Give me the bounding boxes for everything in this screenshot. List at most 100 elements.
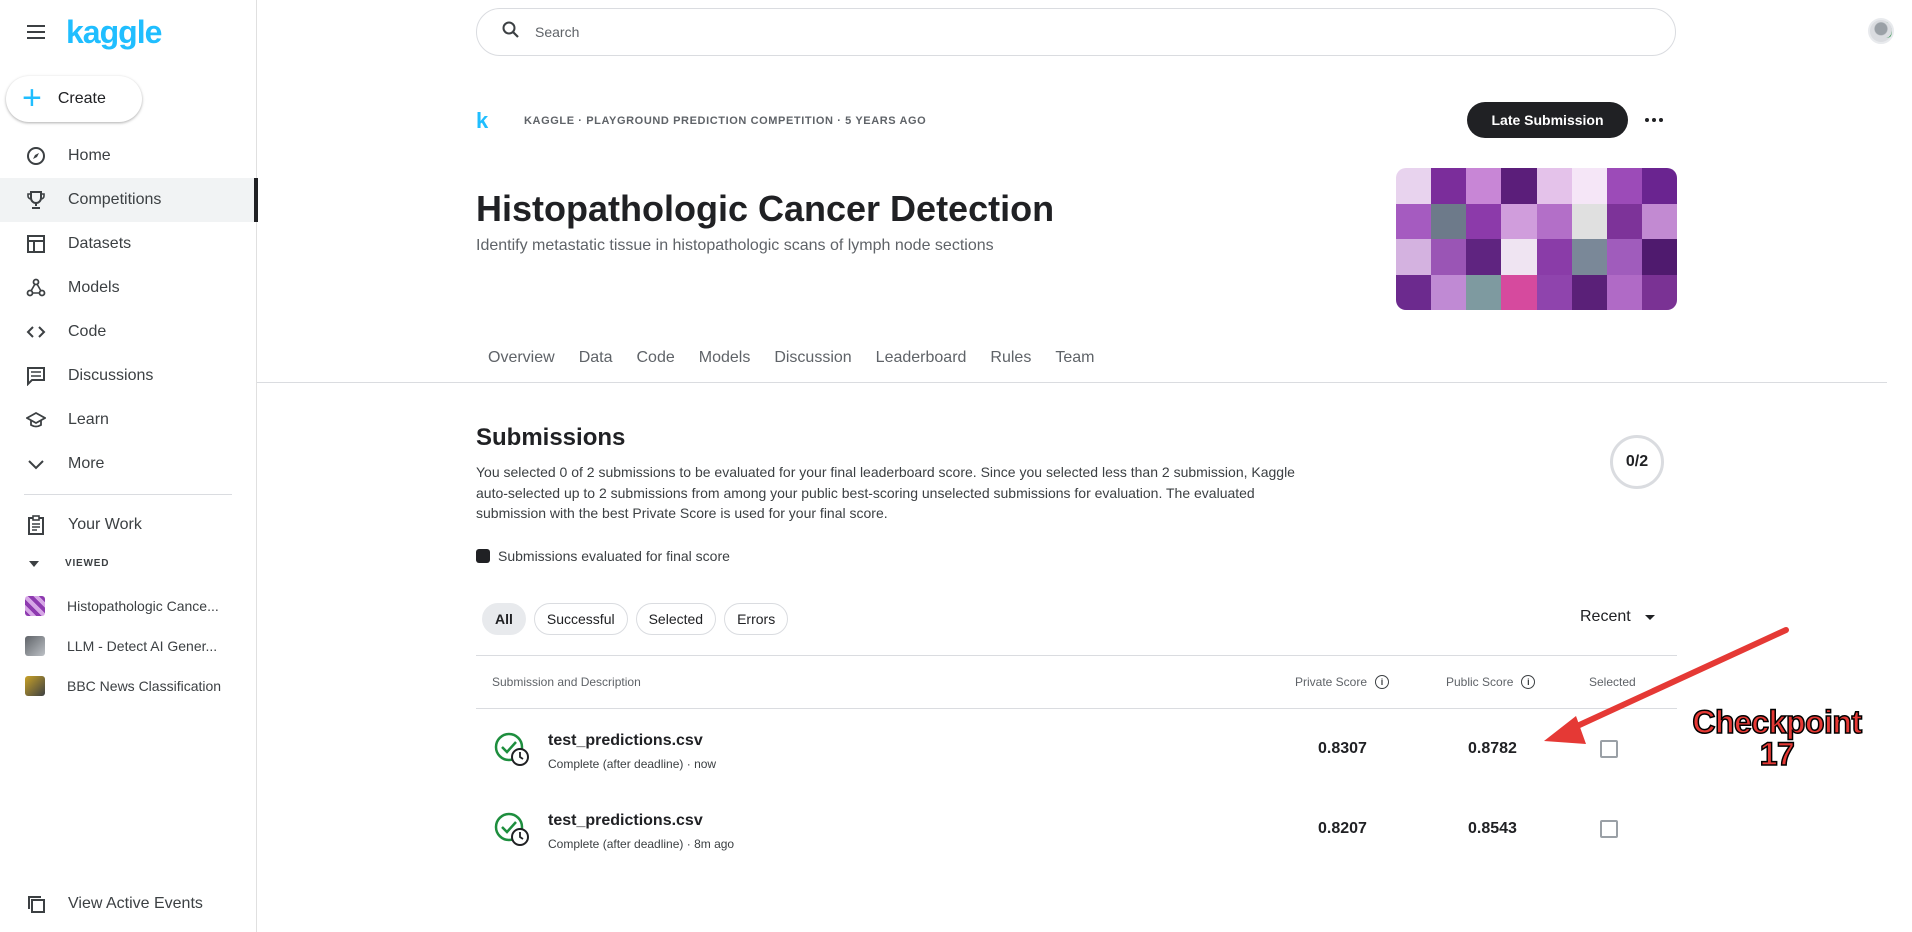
sidebar-item-label: More [68, 455, 105, 472]
page-subtitle: Identify metastatic tissue in histopatho… [476, 237, 994, 254]
submission-filename[interactable]: test_predictions.csv [548, 812, 703, 830]
user-avatar[interactable] [1868, 18, 1894, 44]
sidebar-item-label: Your Work [68, 516, 142, 533]
sidebar-item-label: Home [68, 147, 111, 164]
competition-thumbnail [25, 636, 45, 656]
sidebar-item-learn[interactable]: Learn [0, 398, 257, 442]
column-submission: Submission and Description [492, 675, 641, 689]
sidebar-item-home[interactable]: Home [0, 134, 257, 178]
sidebar-item-models[interactable]: Models [0, 266, 257, 310]
viewed-item-bbc-news[interactable]: BBC News Classification [0, 666, 257, 706]
school-icon [24, 408, 48, 432]
table-row: test_predictions.csv Complete (after dea… [476, 709, 1677, 789]
public-score: 0.8543 [1468, 820, 1517, 837]
discussion-icon [24, 364, 48, 388]
tabs-divider [257, 382, 1887, 383]
viewed-item-label: LLM - Detect AI Gener... [67, 638, 218, 654]
code-icon [24, 320, 48, 344]
viewed-item-label: Histopathologic Cance... [67, 598, 219, 614]
checkpoint-annotation: Checkpoint 17 [1692, 705, 1863, 772]
submission-status: Complete (after deadline) · 8m ago [548, 837, 735, 851]
your-work-section: Your Work [0, 503, 257, 547]
competition-meta-text: KAGGLE · PLAYGROUND PREDICTION COMPETITI… [524, 115, 927, 127]
brand: kaggle [22, 14, 162, 50]
sidebar-item-discussions[interactable]: Discussions [0, 354, 257, 398]
sidebar-item-label: View Active Events [68, 895, 203, 912]
info-icon[interactable]: i [1375, 675, 1390, 689]
tab-leaderboard[interactable]: Leaderboard [864, 346, 979, 370]
column-private-score: Private Score i [1295, 675, 1390, 689]
nav-divider [24, 494, 232, 495]
hamburger-menu-icon[interactable] [22, 18, 50, 46]
submissions-description: You selected 0 of 2 submissions to be ev… [476, 464, 1295, 521]
host-logo: k [476, 108, 489, 133]
sidebar-item-label: Datasets [68, 235, 132, 252]
viewed-item-histopathologic[interactable]: Histopathologic Cance... [0, 586, 257, 626]
search-icon [501, 20, 521, 45]
submission-filename[interactable]: test_predictions.csv [548, 732, 703, 750]
checkpoint-number: 17 [1759, 736, 1796, 772]
create-label: Create [57, 90, 106, 107]
sidebar-item-label: Learn [68, 411, 109, 428]
sidebar-item-competitions[interactable]: Competitions [0, 178, 258, 222]
active-events-section: View Active Events [0, 882, 257, 926]
table-icon [24, 232, 48, 256]
create-button[interactable]: + Create [6, 76, 142, 122]
viewed-item-llm-detect[interactable]: LLM - Detect AI Gener... [0, 626, 257, 666]
viewed-toggle[interactable]: VIEWED [24, 558, 109, 569]
filter-all[interactable]: All [482, 603, 526, 635]
search-bar[interactable] [476, 8, 1676, 56]
private-score: 0.8307 [1318, 740, 1367, 757]
filter-selected[interactable]: Selected [635, 603, 717, 635]
select-checkbox[interactable] [1600, 820, 1618, 838]
column-selected: Selected [1589, 675, 1636, 689]
tab-discussion[interactable]: Discussion [762, 346, 863, 370]
page-title: Histopathologic Cancer Detection [476, 188, 1055, 229]
sort-dropdown[interactable]: Recent [1580, 608, 1655, 626]
tab-team[interactable]: Team [1043, 346, 1106, 370]
sidebar-item-code[interactable]: Code [0, 310, 257, 354]
tab-data[interactable]: Data [567, 346, 625, 370]
view-active-events-link[interactable]: View Active Events [0, 882, 257, 926]
sidebar-item-datasets[interactable]: Datasets [0, 222, 257, 266]
competition-thumbnail [25, 596, 45, 616]
search-input[interactable] [535, 24, 1535, 40]
tab-rules[interactable]: Rules [978, 346, 1043, 370]
competition-header-image [1396, 168, 1677, 310]
library-icon [24, 892, 48, 916]
sidebar-item-your-work[interactable]: Your Work [0, 503, 257, 547]
sidebar: kaggle + Create Home Competitions Datase… [0, 0, 258, 932]
viewed-list: Histopathologic Cance... LLM - Detect AI… [0, 586, 257, 706]
kaggle-logo[interactable]: kaggle [66, 14, 162, 50]
filter-successful[interactable]: Successful [533, 603, 628, 635]
sidebar-item-more[interactable]: More [0, 442, 257, 486]
tab-overview[interactable]: Overview [476, 346, 567, 370]
complete-late-status-icon [494, 731, 530, 767]
caret-down-icon [29, 560, 39, 567]
viewed-label: VIEWED [65, 558, 110, 569]
sidebar-item-label: Code [68, 323, 107, 340]
table-header: Submission and Description Private Score… [476, 655, 1677, 709]
select-checkbox[interactable] [1600, 740, 1618, 758]
viewed-item-label: BBC News Classification [67, 678, 222, 694]
submissions-table: Submission and Description Private Score… [476, 655, 1677, 869]
competition-tabs: Overview Data Code Models Discussion Lea… [476, 346, 1106, 370]
chevron-down-icon [24, 452, 48, 476]
late-submission-button[interactable]: Late Submission [1467, 102, 1628, 138]
info-icon[interactable]: i [1521, 675, 1536, 689]
competition-thumbnail [25, 676, 45, 696]
sidebar-item-label: Competitions [68, 191, 162, 208]
more-options-icon[interactable] [1640, 104, 1668, 136]
filter-chips: All Successful Selected Errors [482, 603, 789, 635]
column-label: Private Score [1295, 675, 1368, 689]
complete-late-status-icon [494, 811, 530, 847]
filter-errors[interactable]: Errors [724, 603, 789, 635]
sidebar-item-label: Models [68, 279, 120, 296]
tab-models[interactable]: Models [687, 346, 763, 370]
sort-label: Recent [1580, 608, 1631, 625]
selected-counter: 0/2 [1610, 435, 1664, 489]
legend-swatch [476, 549, 490, 563]
clipboard-icon [24, 513, 48, 537]
legend-label: Submissions evaluated for final score [498, 548, 730, 564]
tab-code[interactable]: Code [624, 346, 686, 370]
